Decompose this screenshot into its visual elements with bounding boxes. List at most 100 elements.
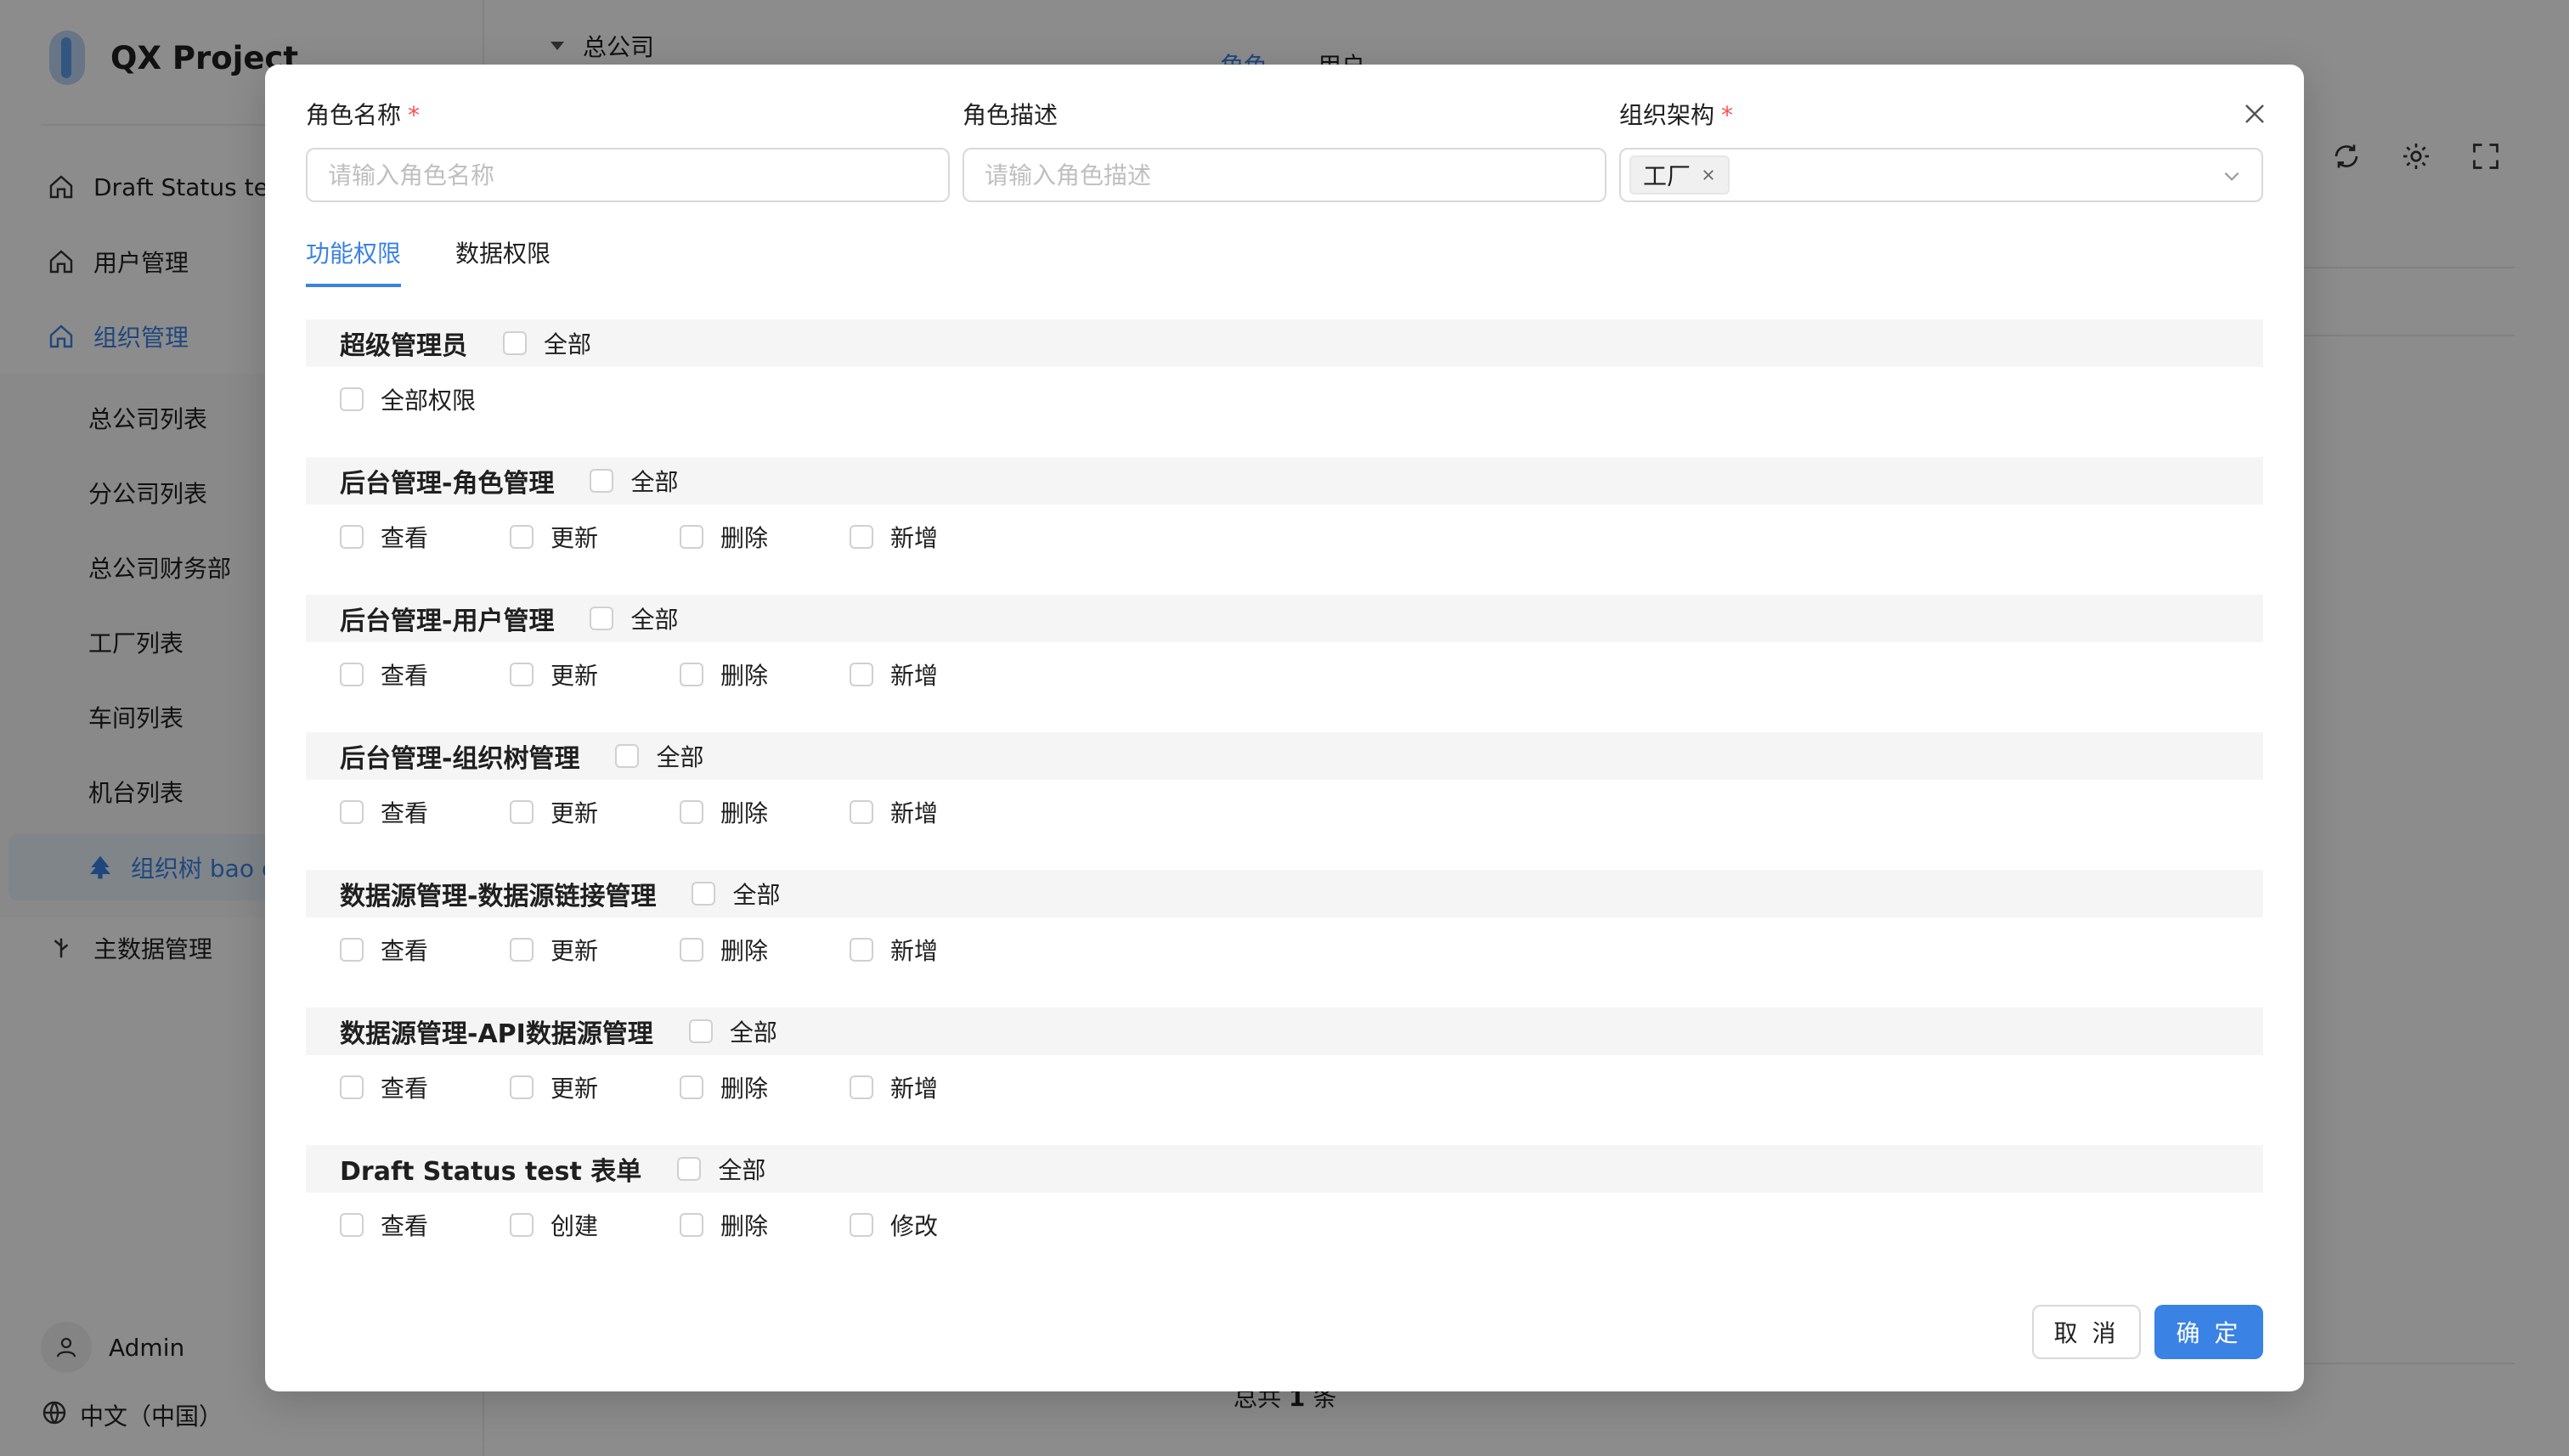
- checkbox[interactable]: [590, 469, 614, 493]
- permission-group-header: 后台管理-组织树管理 全部: [306, 732, 2263, 780]
- permission-group-super-admin: 超级管理员 全部 全部权限: [306, 319, 2263, 432]
- tab-function-permissions[interactable]: 功能权限: [306, 231, 402, 287]
- perm-view[interactable]: 查看: [340, 795, 510, 829]
- select-all-checkbox[interactable]: 全部: [677, 1152, 765, 1186]
- checkbox[interactable]: [680, 800, 703, 824]
- checkbox[interactable]: [850, 663, 873, 686]
- permission-group-title: 超级管理员: [340, 331, 467, 361]
- perm-view[interactable]: 查看: [340, 657, 510, 691]
- perm-modify[interactable]: 修改: [850, 1208, 1019, 1242]
- perm-view[interactable]: 查看: [340, 933, 510, 967]
- confirm-button[interactable]: 确 定: [2154, 1305, 2263, 1359]
- checkbox[interactable]: [510, 1075, 534, 1099]
- perm-add[interactable]: 新增: [850, 1070, 1019, 1104]
- org-select[interactable]: 工厂: [1619, 148, 2263, 202]
- perm-delete[interactable]: 删除: [680, 657, 850, 691]
- checkbox[interactable]: [503, 331, 527, 355]
- permission-group-header: 超级管理员 全部: [306, 319, 2263, 367]
- role-desc-input[interactable]: [983, 160, 1586, 190]
- checkbox[interactable]: [850, 525, 873, 549]
- perm-add[interactable]: 新增: [850, 520, 1019, 554]
- role-desc-label: 角色描述: [963, 101, 1059, 129]
- checkbox[interactable]: [692, 882, 716, 906]
- permission-row: 查看 创建 删除 修改: [306, 1193, 2263, 1257]
- permission-group-header: Draft Status test 表单 全部: [306, 1145, 2263, 1193]
- checkbox[interactable]: [615, 744, 640, 768]
- permission-group-header: 数据源管理-数据源链接管理 全部: [306, 870, 2263, 917]
- checkbox[interactable]: [850, 938, 873, 962]
- checkbox[interactable]: [680, 1213, 703, 1237]
- perm-add[interactable]: 新增: [850, 933, 1019, 967]
- perm-delete[interactable]: 删除: [680, 520, 850, 554]
- permission-tabs: 功能权限 数据权限: [306, 231, 605, 287]
- checkbox[interactable]: [680, 1075, 703, 1099]
- perm-update[interactable]: 更新: [510, 1070, 680, 1104]
- permission-group-datasource-link-mgmt: 数据源管理-数据源链接管理 全部 查看 更新 删除 新增: [306, 870, 2263, 982]
- permission-group-title: 数据源管理-数据源链接管理: [340, 882, 657, 911]
- select-all-checkbox[interactable]: 全部: [692, 877, 780, 911]
- perm-all-permissions[interactable]: 全部权限: [340, 382, 561, 416]
- perm-view[interactable]: 查看: [340, 1070, 510, 1104]
- perm-update[interactable]: 更新: [510, 933, 680, 967]
- role-name-field: 角色名称 *: [306, 99, 950, 202]
- perm-delete[interactable]: 删除: [680, 933, 850, 967]
- role-desc-input-box[interactable]: [963, 148, 1606, 202]
- checkbox[interactable]: [510, 1213, 534, 1237]
- role-name-label: 角色名称 *: [306, 101, 421, 129]
- perm-update[interactable]: 更新: [510, 657, 680, 691]
- cancel-button[interactable]: 取 消: [2032, 1305, 2141, 1359]
- permission-group-title: Draft Status test 表单: [340, 1157, 642, 1187]
- checkbox[interactable]: [340, 525, 364, 549]
- checkbox[interactable]: [510, 663, 534, 686]
- checkbox[interactable]: [850, 800, 873, 824]
- perm-create[interactable]: 创建: [510, 1208, 680, 1242]
- select-all-checkbox[interactable]: 全部: [590, 601, 678, 635]
- role-name-input[interactable]: [326, 160, 929, 190]
- permission-group-api-datasource-mgmt: 数据源管理-API数据源管理 全部 查看 更新 删除 新增: [306, 1007, 2263, 1120]
- select-all-checkbox[interactable]: 全部: [590, 464, 678, 498]
- perm-delete[interactable]: 删除: [680, 1208, 850, 1242]
- checkbox[interactable]: [340, 663, 364, 686]
- checkbox[interactable]: [688, 1019, 713, 1043]
- perm-update[interactable]: 更新: [510, 795, 680, 829]
- permission-group-title: 后台管理-角色管理: [340, 469, 555, 499]
- permission-group-header: 后台管理-用户管理 全部: [306, 595, 2263, 642]
- select-all-checkbox[interactable]: 全部: [688, 1014, 777, 1048]
- checkbox[interactable]: [680, 525, 703, 549]
- org-field: 组织架构 * 工厂: [1619, 99, 2263, 202]
- chevron-down-icon[interactable]: [2221, 165, 2243, 190]
- tag-remove-icon[interactable]: [1701, 167, 1716, 183]
- checkbox[interactable]: [850, 1213, 873, 1237]
- checkbox[interactable]: [340, 387, 364, 411]
- perm-delete[interactable]: 删除: [680, 795, 850, 829]
- perm-add[interactable]: 新增: [850, 795, 1019, 829]
- checkbox[interactable]: [340, 1075, 364, 1099]
- permission-group-header: 后台管理-角色管理 全部: [306, 457, 2263, 505]
- checkbox[interactable]: [340, 938, 364, 962]
- perm-view[interactable]: 查看: [340, 520, 510, 554]
- checkbox[interactable]: [850, 1075, 873, 1099]
- checkbox[interactable]: [677, 1157, 702, 1181]
- checkbox[interactable]: [340, 1213, 364, 1237]
- role-edit-modal: 角色名称* 角色描述 组织架构* 工厂 功能权限 数据权限: [265, 65, 2304, 1391]
- permission-group-role-mgmt: 后台管理-角色管理 全部 查看 更新 删除 新增: [306, 457, 2263, 569]
- perm-view[interactable]: 查看: [340, 1208, 510, 1242]
- permission-group-title: 数据源管理-API数据源管理: [340, 1019, 653, 1049]
- role-name-input-box[interactable]: [306, 148, 950, 202]
- checkbox[interactable]: [680, 938, 703, 962]
- checkbox[interactable]: [510, 525, 534, 549]
- select-all-checkbox[interactable]: 全部: [615, 739, 703, 773]
- permission-group-org-tree-mgmt: 后台管理-组织树管理 全部 查看 更新 删除 新增: [306, 732, 2263, 844]
- select-all-checkbox[interactable]: 全部: [503, 326, 591, 360]
- checkbox[interactable]: [510, 800, 534, 824]
- perm-add[interactable]: 新增: [850, 657, 1019, 691]
- permission-group-draft-status-form: Draft Status test 表单 全部 查看 创建 删除 修改: [306, 1145, 2263, 1257]
- checkbox[interactable]: [510, 938, 534, 962]
- perm-update[interactable]: 更新: [510, 520, 680, 554]
- checkbox[interactable]: [680, 663, 703, 686]
- org-label: 组织架构 *: [1619, 101, 1734, 129]
- tab-data-permissions[interactable]: 数据权限: [455, 231, 550, 284]
- checkbox[interactable]: [340, 800, 364, 824]
- checkbox[interactable]: [590, 607, 614, 630]
- perm-delete[interactable]: 删除: [680, 1070, 850, 1104]
